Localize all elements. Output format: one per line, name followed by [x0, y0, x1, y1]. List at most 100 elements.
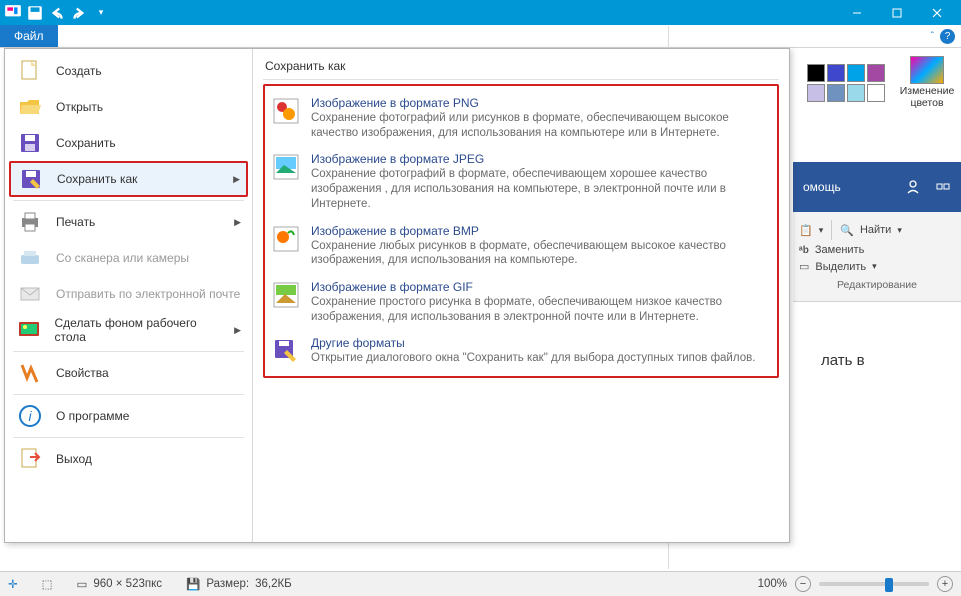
file-size-value: 36,2КБ	[255, 578, 292, 590]
close-button[interactable]	[917, 0, 957, 25]
format-desc: Сохранение фотографий в формате, обеспеч…	[311, 167, 771, 211]
menu-scanner: Со сканера или камеры	[9, 240, 248, 276]
format-desc: Сохранение простого рисунка в формате, о…	[311, 295, 771, 324]
menu-label: Сохранить как	[57, 172, 137, 186]
qat-undo-button[interactable]	[48, 4, 66, 22]
format-label: Изображение в формате GIF	[311, 280, 771, 294]
file-tab[interactable]: Файл	[0, 25, 58, 47]
menu-about[interactable]: i О программе	[9, 398, 248, 434]
color-palette: Изменение цветов	[807, 56, 961, 109]
format-other[interactable]: Другие форматы Открытие диалогового окна…	[267, 330, 775, 372]
color-swatch[interactable]	[847, 84, 865, 102]
word-window-fragment: омощь 📋▾🔍Найти▾ ᵃbЗаменить ▭Выделить▾ Ре…	[793, 162, 961, 542]
right-strip: Изменение цветов омощь 📋▾🔍Найти▾ ᵃbЗамен…	[791, 48, 961, 543]
ribbon-collapse-icon[interactable]: ˆ	[931, 31, 934, 42]
menu-label: Открыть	[56, 100, 103, 114]
menu-open[interactable]: Открыть	[9, 89, 248, 125]
bmp-icon	[271, 224, 301, 254]
scanner-icon	[16, 244, 44, 272]
png-icon	[271, 96, 301, 126]
window-controls-icon[interactable]	[935, 179, 951, 195]
color-swatch[interactable]	[807, 84, 825, 102]
color-swatch[interactable]	[807, 64, 825, 82]
menu-label: Свойства	[56, 366, 109, 380]
format-jpeg[interactable]: Изображение в формате JPEG Сохранение фо…	[267, 146, 775, 217]
menu-email: Отправить по электронной почте	[9, 276, 248, 312]
format-label: Другие форматы	[311, 336, 755, 350]
menu-wallpaper[interactable]: Сделать фоном рабочего стола ▶	[9, 312, 248, 348]
menu-label: Сделать фоном рабочего стола	[55, 316, 223, 344]
save-as-title: Сохранить как	[263, 55, 779, 80]
svg-text:i: i	[28, 408, 32, 424]
format-label: Изображение в формате BMP	[311, 224, 771, 238]
save-icon	[16, 129, 44, 157]
minimize-button[interactable]	[837, 0, 877, 25]
separator	[13, 351, 244, 352]
app-icon	[4, 4, 22, 22]
replace-label[interactable]: Заменить	[815, 244, 864, 256]
ribbon-tabs: Файл ˆ ?	[0, 25, 961, 48]
menu-label: О программе	[56, 409, 129, 423]
zoom-in-button[interactable]: +	[937, 576, 953, 592]
file-menu-left-pane: Создать Открыть Сохранить Сохранить как …	[5, 49, 253, 542]
status-file-size: 💾 Размер: 36,2КБ	[186, 577, 292, 591]
maximize-button[interactable]	[877, 0, 917, 25]
file-size-label: Размер:	[206, 578, 249, 590]
print-icon	[16, 208, 44, 236]
file-menu-right-pane: Сохранить как Изображение в формате PNG …	[253, 49, 789, 542]
submenu-arrow-icon: ▶	[233, 174, 240, 185]
menu-label: Создать	[56, 64, 102, 78]
menu-print[interactable]: Печать ▶	[9, 204, 248, 240]
menu-label: Сохранить	[56, 136, 116, 150]
help-button[interactable]: ?	[940, 29, 955, 44]
format-gif[interactable]: Изображение в формате GIF Сохранение про…	[267, 274, 775, 330]
wallpaper-icon	[16, 316, 43, 344]
status-selection: ⬚	[42, 577, 53, 591]
select-label[interactable]: Выделить	[815, 261, 866, 273]
color-swatch[interactable]	[867, 64, 885, 82]
format-png[interactable]: Изображение в формате PNG Сохранение фот…	[267, 90, 775, 146]
word-editing-group: 📋▾🔍Найти▾ ᵃbЗаменить ▭Выделить▾ Редактир…	[793, 212, 961, 302]
exit-icon	[16, 445, 44, 473]
paste-icon[interactable]: 📋	[799, 224, 813, 237]
gif-icon	[271, 280, 301, 310]
zoom-out-button[interactable]: −	[795, 576, 811, 592]
body-text: лать в	[821, 352, 865, 369]
share-icon[interactable]	[905, 179, 921, 195]
editing-group-label: Редактирование	[799, 279, 955, 291]
menu-label: Печать	[56, 215, 95, 229]
color-swatch[interactable]	[827, 64, 845, 82]
format-desc: Сохранение фотографий или рисунков в фор…	[311, 111, 771, 140]
edit-colors-button[interactable]: Изменение цветов	[893, 56, 961, 109]
properties-icon	[16, 359, 44, 387]
zoom-slider[interactable]	[819, 582, 929, 586]
separator	[13, 437, 244, 438]
color-swatch[interactable]	[867, 84, 885, 102]
submenu-arrow-icon: ▶	[234, 217, 241, 228]
menu-label: Отправить по электронной почте	[56, 287, 240, 301]
format-bmp[interactable]: Изображение в формате BMP Сохранение люб…	[267, 218, 775, 274]
status-cursor: ✛	[8, 577, 18, 591]
jpeg-icon	[271, 152, 301, 182]
format-desc: Сохранение любых рисунков в формате, обе…	[311, 239, 771, 268]
zoom-thumb[interactable]	[885, 578, 893, 592]
status-canvas-size: ▭ 960 × 523пкс	[77, 577, 163, 591]
menu-new[interactable]: Создать	[9, 53, 248, 89]
qat-redo-button[interactable]	[70, 4, 88, 22]
find-label[interactable]: Найти	[860, 224, 891, 236]
color-swatch[interactable]	[847, 64, 865, 82]
menu-label: Выход	[56, 452, 92, 466]
menu-label: Со сканера или камеры	[56, 251, 189, 265]
word-titlebar: омощь	[793, 162, 961, 212]
menu-save-as[interactable]: Сохранить как ▶	[9, 161, 248, 197]
qat-customize-button[interactable]: ▾	[92, 4, 110, 22]
menu-save[interactable]: Сохранить	[9, 125, 248, 161]
menu-properties[interactable]: Свойства	[9, 355, 248, 391]
color-swatch[interactable]	[827, 84, 845, 102]
menu-exit[interactable]: Выход	[9, 441, 248, 477]
selection-icon: ⬚	[42, 577, 53, 591]
disk-icon: 💾	[186, 577, 200, 591]
edit-colors-icon	[910, 56, 944, 84]
format-desc: Открытие диалогового окна "Сохранить как…	[311, 351, 755, 366]
qat-save-button[interactable]	[26, 4, 44, 22]
